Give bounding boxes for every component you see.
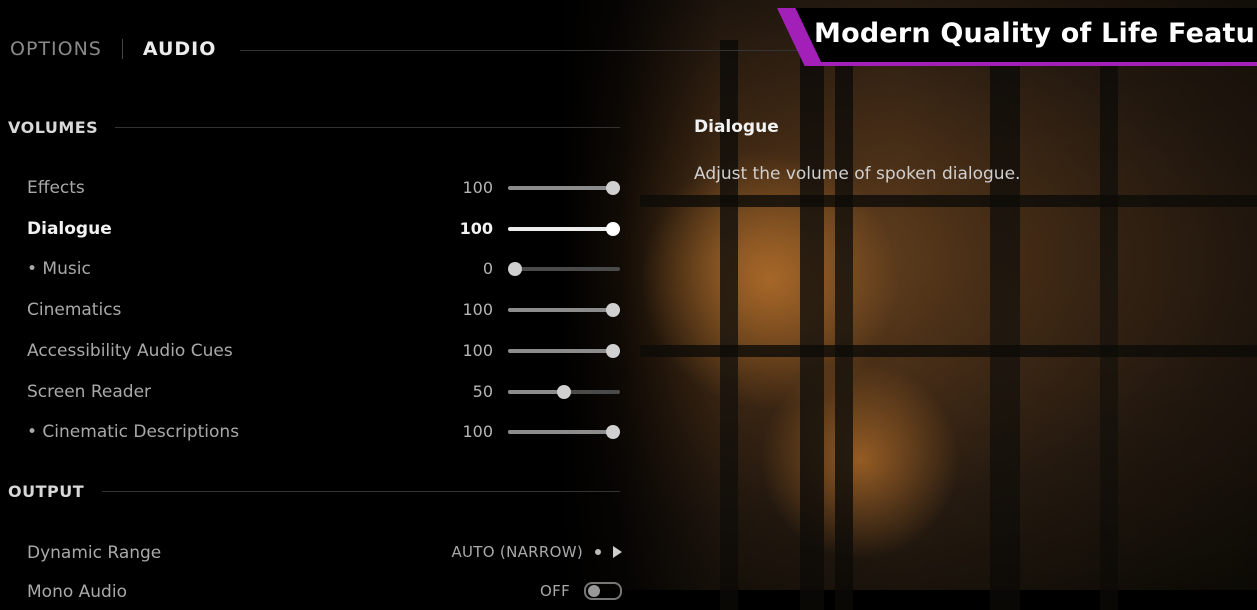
setting-label: • Cinematic Descriptions [27, 422, 240, 442]
slider-knob[interactable] [557, 385, 571, 399]
volume-setting-row[interactable]: Accessibility Audio Cues 100 [27, 339, 622, 363]
setting-value: 100 [462, 422, 493, 441]
slider-fill [508, 430, 620, 434]
slider-fill [508, 390, 564, 394]
tab-divider [121, 39, 123, 59]
setting-value: 0 [482, 259, 493, 278]
volume-slider[interactable] [508, 303, 620, 317]
window-frame [835, 40, 853, 610]
mono-audio-toggle[interactable]: OFF [540, 582, 622, 600]
setting-value: 100 [462, 300, 493, 319]
volume-setting-row[interactable]: Effects 100 [27, 176, 622, 200]
dynamic-range-selector[interactable]: AUTO (NARROW) [451, 543, 622, 561]
tab-options[interactable]: OPTIONS [10, 38, 102, 60]
toggle-switch[interactable] [584, 582, 622, 600]
banner-text: Modern Quality of Life Features [814, 18, 1257, 49]
window-frame [1100, 40, 1118, 610]
setting-dynamic-range[interactable]: Dynamic Range AUTO (NARROW) [27, 541, 622, 565]
volume-setting-row[interactable]: • Music 0 [27, 257, 622, 281]
slider-knob[interactable] [508, 262, 522, 276]
section-divider [115, 127, 620, 128]
setting-label: Effects [27, 178, 85, 198]
window-frame [640, 195, 1257, 207]
setting-value: 100 [462, 178, 493, 197]
arrow-right-icon[interactable] [613, 546, 622, 558]
tab-bar: OPTIONS AUDIO [10, 38, 216, 60]
volume-setting-row[interactable]: Dialogue 100 [27, 217, 622, 241]
volume-setting-row[interactable]: Cinematics 100 [27, 298, 622, 322]
setting-label: Screen Reader [27, 382, 152, 402]
mono-audio-value: OFF [540, 582, 570, 600]
option-dot-icon [595, 549, 601, 555]
volume-setting-row[interactable]: Screen Reader 50 [27, 380, 622, 404]
volume-slider[interactable] [508, 181, 620, 195]
dynamic-range-value: AUTO (NARROW) [451, 543, 583, 561]
section-title-output: OUTPUT [8, 482, 85, 501]
setting-value: 50 [472, 382, 493, 401]
window-frame [990, 40, 1020, 610]
description-text: Adjust the volume of spoken dialogue. [694, 164, 1021, 184]
volume-slider[interactable] [508, 262, 620, 276]
slider-knob[interactable] [606, 181, 620, 195]
slider-knob[interactable] [606, 425, 620, 439]
window-glow [760, 360, 960, 560]
section-title-volumes: VOLUMES [8, 118, 99, 137]
volume-slider[interactable] [508, 344, 620, 358]
setting-value: 100 [459, 219, 493, 238]
setting-value: 100 [462, 341, 493, 360]
slider-knob[interactable] [606, 303, 620, 317]
volume-slider[interactable] [508, 425, 620, 439]
window-frame [800, 40, 824, 610]
background-scene [0, 0, 1257, 610]
banner-underline [813, 62, 1257, 66]
title-banner: Modern Quality of Life Features [777, 8, 1257, 66]
setting-label: Cinematics [27, 300, 122, 320]
volume-slider[interactable] [508, 385, 620, 399]
tab-audio[interactable]: AUDIO [143, 38, 217, 60]
header-divider [240, 50, 800, 51]
slider-fill [508, 227, 620, 231]
slider-knob[interactable] [606, 344, 620, 358]
window-frame [640, 345, 1257, 357]
setting-label: • Music [27, 259, 91, 279]
volume-slider[interactable] [508, 222, 620, 236]
setting-label: Dialogue [27, 219, 112, 239]
slider-fill [508, 308, 620, 312]
setting-label: Mono Audio [27, 582, 127, 602]
setting-label: Accessibility Audio Cues [27, 341, 233, 361]
setting-label: Dynamic Range [27, 543, 162, 563]
volume-setting-row[interactable]: • Cinematic Descriptions 100 [27, 420, 622, 444]
section-divider [102, 491, 620, 492]
slider-fill [508, 186, 620, 190]
slider-fill [508, 349, 620, 353]
setting-mono-audio[interactable]: Mono Audio OFF [27, 580, 622, 604]
description-title: Dialogue [694, 117, 779, 137]
slider-knob[interactable] [606, 222, 620, 236]
